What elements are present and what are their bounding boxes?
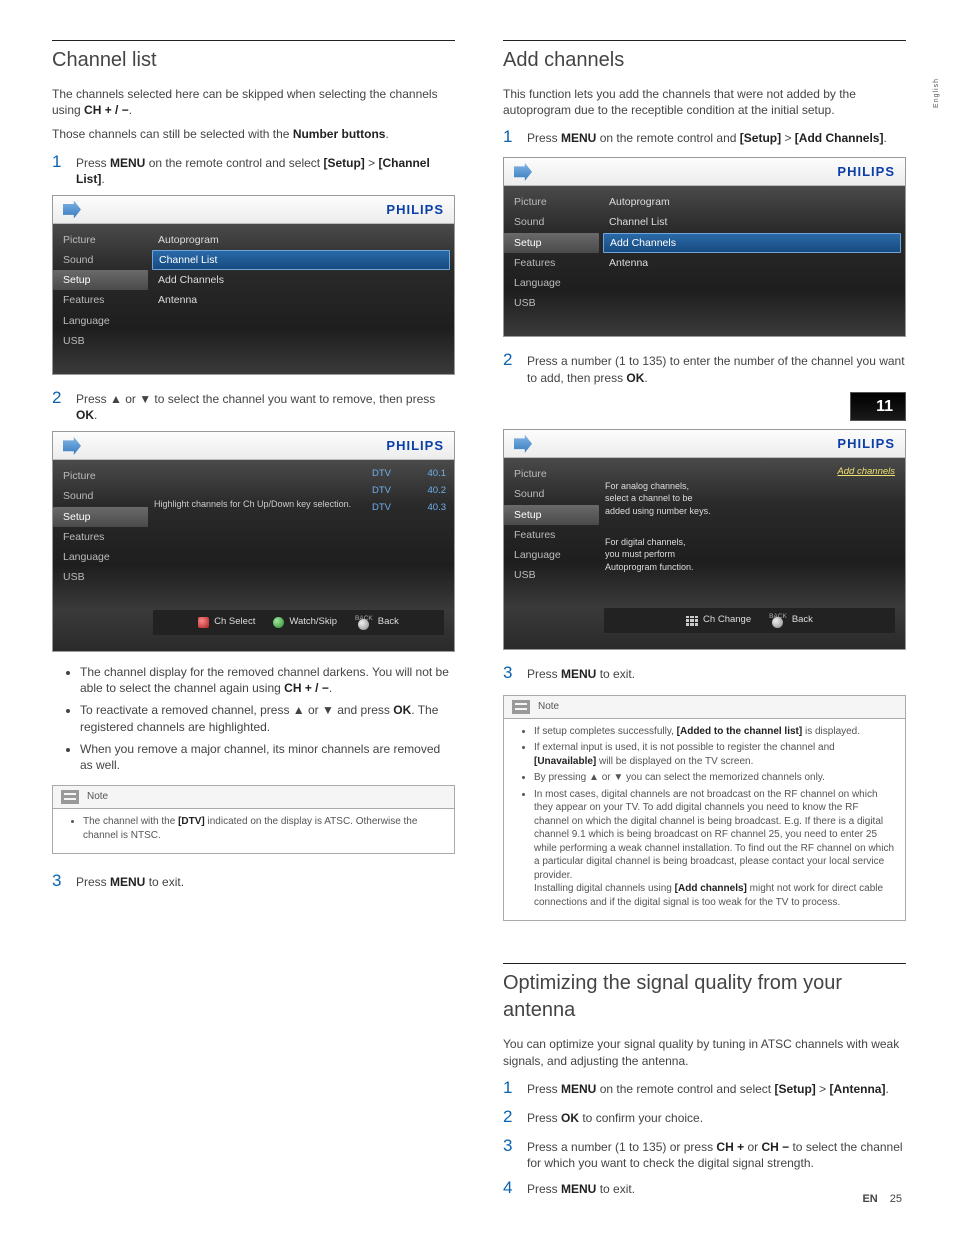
intro-2: Those channels can still be selected wit…: [52, 126, 455, 142]
osd-footer-hints: Ch Change BACKBack: [604, 608, 895, 633]
opt-step-4: 4 Press MENU to exit.: [503, 1177, 906, 1200]
optimize-intro: You can optimize your signal quality by …: [503, 1036, 906, 1068]
add-step-3: 3 Press MENU to exit.: [503, 662, 906, 685]
intro-1: The channels selected here can be skippe…: [52, 86, 455, 118]
brand-logo: PHILIPS: [386, 201, 444, 219]
left-column: Channel list The channels selected here …: [52, 40, 455, 1206]
channel-entry-display: 11: [503, 392, 906, 422]
osd-channel-list-menu: PHILIPS Picture Sound Setup Features Lan…: [52, 195, 455, 375]
bullet-list: The channel display for the removed chan…: [52, 664, 455, 773]
osd-hint-digital: For digital channels, you must perform A…: [605, 536, 809, 572]
osd-add-channels-label: Add channels: [819, 464, 901, 481]
ok-button-icon: [273, 617, 284, 628]
add-step-2: 2 Press a number (1 to 135) to enter the…: [503, 349, 906, 385]
opt-step-1: 1 Press MENU on the remote control and s…: [503, 1077, 906, 1100]
note-item: In most cases, digital channels are not …: [534, 788, 895, 910]
note-item: If setup completes successfully, [Added …: [534, 725, 895, 739]
osd-channel-select: PHILIPS Picture Sound Setup Features Lan…: [52, 431, 455, 652]
arrow-icon: [514, 163, 532, 181]
back-button-icon: [772, 617, 783, 628]
brand-logo: PHILIPS: [837, 163, 895, 181]
arrow-icon: [63, 437, 81, 455]
note-icon: [61, 790, 79, 804]
right-column: Add channels This function lets you add …: [503, 40, 906, 1206]
add-step-1: 1 Press MENU on the remote control and […: [503, 126, 906, 149]
note-box-left: Note The channel with the [DTV] indicate…: [52, 785, 455, 854]
opt-step-3: 3 Press a number (1 to 135) or press CH …: [503, 1135, 906, 1171]
note-item: If external input is used, it is not pos…: [534, 741, 895, 768]
heading-channel-list: Channel list: [52, 40, 455, 74]
osd-channel-rows: DTV40.1 DTV40.2 DTV40.3: [364, 460, 454, 604]
arrow-icon: [514, 435, 532, 453]
osd-footer-hints: Ch Select Watch/Skip BACKBack: [153, 610, 444, 635]
opt-step-2: 2 Press OK to confirm your choice.: [503, 1106, 906, 1129]
arrow-icon: [63, 200, 81, 218]
brand-logo: PHILIPS: [386, 437, 444, 455]
step-3-left: 3 Press MENU to exit.: [52, 870, 455, 893]
note-icon: [512, 700, 530, 714]
osd-hint-text: Highlight channels for Ch Up/Down key se…: [154, 498, 358, 510]
red-button-icon: [198, 617, 209, 628]
add-intro: This function lets you add the channels …: [503, 86, 906, 118]
osd-sub-menu: Autoprogram Channel List Add Channels An…: [148, 224, 454, 374]
osd-side-menu: Picture Sound Setup Features Language US…: [53, 224, 148, 374]
osd-add-channels-menu: PHILIPS Picture Sound Setup Features Lan…: [503, 157, 906, 337]
heading-add-channels: Add channels: [503, 40, 906, 74]
osd-hint-analog: For analog channels, select a channel to…: [605, 480, 809, 516]
brand-logo: PHILIPS: [837, 435, 895, 453]
numpad-icon: [686, 616, 698, 626]
step-2: 2 Press ▲ or ▼ to select the channel you…: [52, 387, 455, 423]
note-item: By pressing ▲ or ▼ you can select the me…: [534, 771, 895, 785]
page-footer: EN 25: [862, 1192, 902, 1207]
osd-add-channels-entry: PHILIPS Picture Sound Setup Features Lan…: [503, 429, 906, 650]
back-button-icon: [358, 619, 369, 630]
heading-optimize: Optimizing the signal quality from your …: [503, 963, 906, 1024]
note-box-right: Note If setup completes successfully, [A…: [503, 695, 906, 922]
step-1: 1 Press MENU on the remote control and s…: [52, 151, 455, 187]
language-tab: English: [932, 78, 941, 108]
